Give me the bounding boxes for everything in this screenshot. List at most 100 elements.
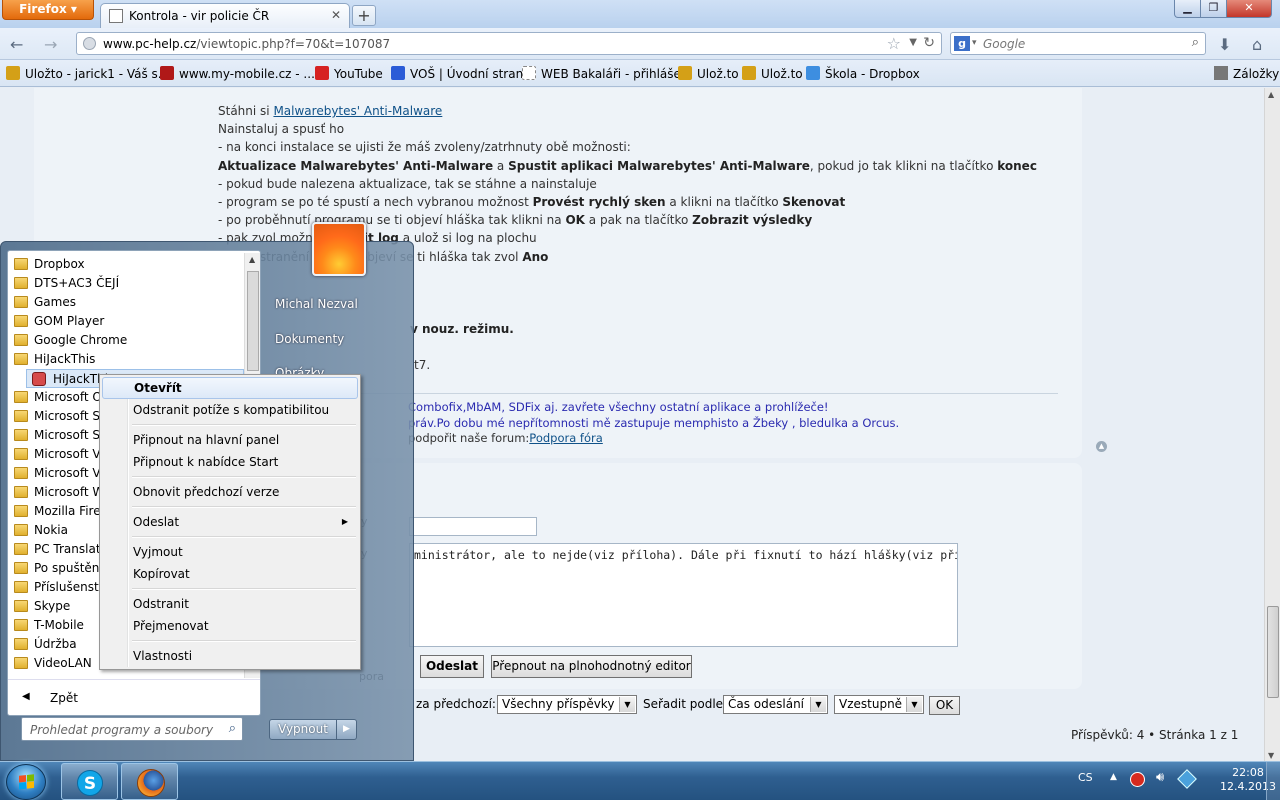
scroll-down-icon[interactable]: ▼ <box>1268 751 1274 760</box>
url-bar[interactable]: www.pc-help.cz/viewtopic.php?f=70&t=1070… <box>76 32 942 55</box>
bookmark-item[interactable]: Ulož.to <box>678 66 739 81</box>
context-menu-label: Kopírovat <box>133 567 190 581</box>
context-menu-item[interactable]: Odeslat ▶ <box>102 511 358 533</box>
browser-tab[interactable]: Kontrola - vir policie ČR ✕ <box>100 3 350 28</box>
search-icon[interactable]: ⌕ <box>1192 35 1199 50</box>
context-menu-item[interactable]: Odstranit potíže s kompatibilitou <box>102 399 358 421</box>
program-folder[interactable]: Games <box>8 293 244 312</box>
scrollbar-thumb[interactable] <box>1267 606 1279 698</box>
show-desktop-button[interactable] <box>1266 762 1280 800</box>
search-bar[interactable]: g ▾ Google ⌕ <box>950 32 1206 55</box>
back-arrow-icon[interactable]: ← <box>10 35 23 54</box>
back-button[interactable]: ◀ Zpět <box>8 679 260 715</box>
page-scrollbar[interactable]: ▲ ▼ <box>1264 88 1280 762</box>
program-label: Google Chrome <box>34 333 128 347</box>
language-indicator[interactable]: CS <box>1078 771 1093 784</box>
pagination-info: Příspěvků: 4 • Stránka 1 z 1 <box>1071 728 1239 742</box>
folder-icon <box>14 277 28 289</box>
engine-dropdown-icon[interactable]: ▾ <box>972 38 977 48</box>
scroll-up-icon[interactable]: ▲ <box>249 255 255 264</box>
program-label: Microsoft W <box>34 485 105 499</box>
sort-select[interactable]: Čas odeslání ▼ <box>723 695 828 714</box>
downloads-icon[interactable]: ⬇ <box>1218 35 1231 54</box>
site-identity-icon[interactable] <box>83 37 96 50</box>
folder-icon <box>14 410 28 422</box>
context-menu-label: Odstranit potíže s kompatibilitou <box>133 403 330 417</box>
order-select[interactable]: Vzestupně ▼ <box>834 695 924 714</box>
windows-logo-icon <box>19 774 34 790</box>
minimize-button[interactable]: ▁ <box>1174 0 1201 18</box>
context-menu-item[interactable]: Vyjmout <box>102 541 358 563</box>
support-forum-link[interactable]: Podpora fóra <box>529 431 603 445</box>
start-button[interactable] <box>6 764 46 800</box>
send-button[interactable]: Odeslat <box>420 655 484 678</box>
context-menu-item[interactable]: Přejmenovat <box>102 615 358 637</box>
prev-posts-select[interactable]: Všechny příspěvky ▼ <box>497 695 637 714</box>
malwarebytes-link[interactable]: Malwarebytes' Anti-Malware <box>273 104 442 118</box>
reload-icon[interactable]: ↻ <box>923 35 935 51</box>
forward-arrow-icon[interactable]: → <box>44 35 57 54</box>
firefox-menu-label: Firefox <box>19 2 67 16</box>
program-folder[interactable]: HiJackThis <box>8 350 244 369</box>
program-label: Microsoft Vi <box>34 466 104 480</box>
user-name-link[interactable]: Michal Nezval <box>275 297 358 311</box>
bookmark-item[interactable]: www.my-mobile.cz - ... <box>160 66 315 81</box>
taskbar-firefox-button[interactable] <box>121 763 178 800</box>
subject-input[interactable] <box>409 517 537 536</box>
bookmarks-toolbar: Uložto - jarick1 - Váš s... www.my-mobil… <box>0 60 1280 87</box>
program-folder[interactable]: DTS+AC3 ČEJÍ <box>8 274 244 293</box>
program-label: PC Translato <box>34 542 108 556</box>
context-menu-item[interactable]: Obnovit předchozí verze <box>102 481 358 503</box>
home-icon[interactable]: ⌂ <box>1252 35 1262 54</box>
close-tab-icon[interactable]: ✕ <box>331 8 341 22</box>
google-engine-icon[interactable]: g <box>954 36 970 51</box>
context-menu-item[interactable]: Otevřít <box>102 377 358 399</box>
start-search-input[interactable]: Prohledat programy a soubory ⌕ <box>21 717 243 741</box>
full-editor-button[interactable]: Přepnout na plnohodnotný editor <box>491 655 692 678</box>
taskbar-skype-button[interactable]: S <box>61 763 118 800</box>
bookmarks-star-icon <box>1214 66 1228 80</box>
bookmark-item[interactable]: WEB Bakaláři - přihláše... <box>522 66 692 81</box>
bookmark-item[interactable]: Ulož.to <box>742 66 803 81</box>
context-menu-item[interactable]: Připnout na hlavní panel <box>102 429 358 451</box>
maximize-button[interactable]: ❐ <box>1200 0 1227 18</box>
message-textarea[interactable]: ministrátor, ale to nejde(viz příloha). … <box>409 543 958 647</box>
volume-icon[interactable]: 🔊︎ <box>1156 770 1164 785</box>
bookmarks-menu[interactable]: Záložky <box>1214 66 1279 81</box>
new-tab-button[interactable]: + <box>352 5 376 26</box>
program-folder[interactable]: GOM Player <box>8 312 244 331</box>
back-to-top-icon[interactable]: ▲ <box>1096 441 1107 452</box>
context-menu-item[interactable]: Kopírovat <box>102 563 358 585</box>
shutdown-options-arrow-icon[interactable]: ▶ <box>337 719 357 740</box>
bookmark-star-icon[interactable]: ☆ <box>887 34 901 53</box>
dropbox-tray-icon[interactable] <box>1177 769 1197 789</box>
documents-link[interactable]: Dokumenty <box>275 332 344 346</box>
filter-ok-button[interactable]: OK <box>929 696 960 715</box>
context-menu-item[interactable]: Vlastnosti <box>102 645 358 667</box>
close-window-button[interactable]: ✕ <box>1226 0 1272 18</box>
scroll-up-icon[interactable]: ▲ <box>1268 90 1274 99</box>
bookmark-item[interactable]: Uložto - jarick1 - Váš s... <box>6 66 169 81</box>
search-placeholder: Google <box>983 37 1026 51</box>
hijackthis-icon <box>32 372 46 386</box>
menu-separator <box>102 503 358 511</box>
program-folder[interactable]: Dropbox <box>8 255 244 274</box>
bookmark-item[interactable]: Škola - Dropbox <box>806 66 920 81</box>
bookmark-item[interactable]: YouTube <box>315 66 383 81</box>
folder-icon <box>14 296 28 308</box>
avast-tray-icon[interactable] <box>1130 772 1145 787</box>
folder-icon <box>14 505 28 517</box>
url-history-dropdown-icon[interactable]: ▼ <box>909 37 917 48</box>
context-menu-item[interactable]: Připnout k nabídce Start <box>102 451 358 473</box>
bookmark-item[interactable]: VOŠ | Úvodní strana <box>391 66 531 81</box>
user-avatar[interactable] <box>312 222 366 276</box>
show-hidden-icons-icon[interactable]: ▲ <box>1110 772 1117 782</box>
context-menu-label: Přejmenovat <box>133 619 209 633</box>
page-favicon-icon <box>109 9 123 23</box>
program-label: Dropbox <box>34 257 85 271</box>
scrollbar-thumb[interactable] <box>247 271 259 371</box>
shutdown-button[interactable]: Vypnout <box>269 719 337 740</box>
program-folder[interactable]: Google Chrome <box>8 331 244 350</box>
context-menu-item[interactable]: Odstranit <box>102 593 358 615</box>
firefox-menu-button[interactable]: Firefox ▾ <box>2 0 94 20</box>
